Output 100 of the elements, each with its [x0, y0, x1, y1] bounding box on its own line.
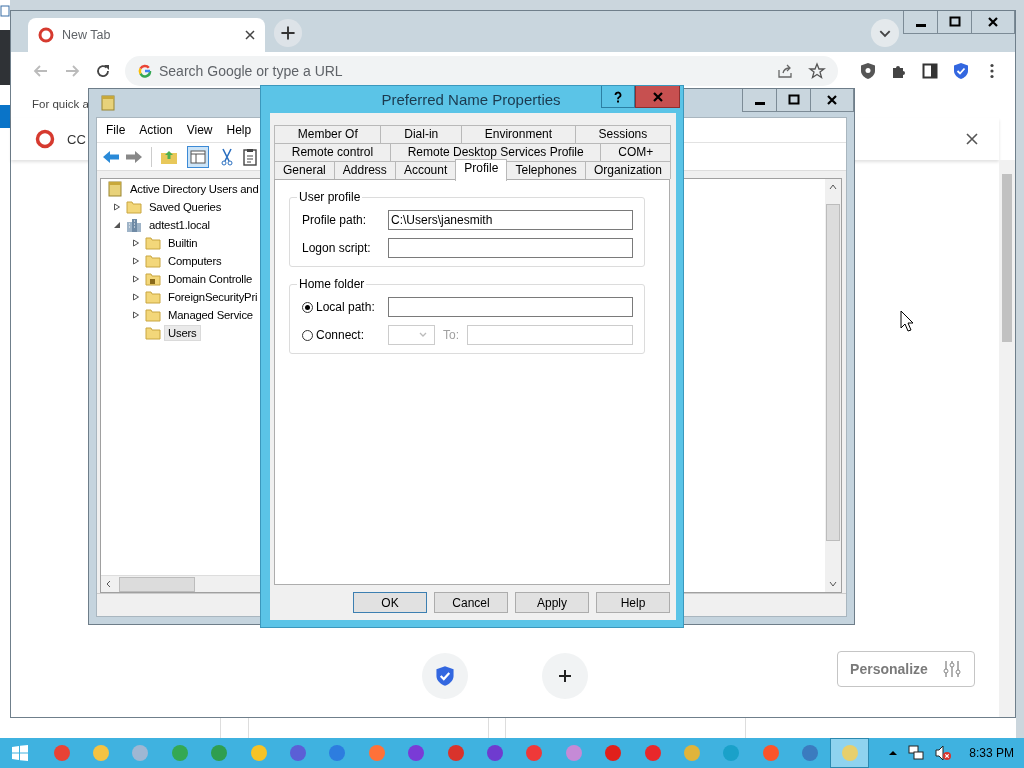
colored-ring-icon	[137, 63, 153, 79]
close-icon[interactable]	[965, 132, 979, 146]
clipboard-icon[interactable]	[240, 146, 260, 167]
folder-icon	[145, 289, 161, 305]
dialog-tab[interactable]: Remote Desktop Services Profile	[389, 143, 602, 161]
radio-button[interactable]: Local path:	[302, 300, 388, 314]
network-icon[interactable]	[907, 744, 926, 762]
folder-icon	[145, 271, 161, 287]
menu-item[interactable]: File	[106, 123, 126, 137]
banner-text: CC	[67, 131, 86, 147]
clock[interactable]: 8:33 PM	[969, 746, 1014, 760]
dialog-tab[interactable]: Telephones	[506, 161, 586, 179]
cursor-icon	[900, 310, 914, 332]
maximize-icon	[948, 16, 961, 28]
star-icon[interactable]	[808, 62, 826, 80]
tree-item[interactable]: Computers	[164, 253, 226, 269]
shortcut-tile[interactable]	[422, 653, 468, 699]
console-icon	[107, 181, 123, 197]
share-icon[interactable]	[776, 62, 794, 80]
dialog-tab[interactable]: General	[274, 161, 335, 179]
shield-icon[interactable]	[859, 62, 877, 80]
dialog-tab[interactable]: Remote control	[274, 143, 391, 161]
address-bar[interactable]: Search Google or type a URL	[125, 56, 838, 86]
menu-item[interactable]: View	[186, 123, 213, 137]
scroll-thumb[interactable]	[119, 576, 195, 592]
maximize-button[interactable]	[776, 89, 811, 112]
tree-item[interactable]: Builtin	[164, 235, 202, 251]
folder-icon	[145, 325, 161, 341]
tree-item[interactable]: ForeignSecurityPri	[164, 289, 262, 305]
console-icon	[100, 95, 116, 111]
tab-title: New Tab	[62, 28, 112, 42]
dialog-button[interactable]: Cancel	[434, 592, 508, 613]
ring-logo-icon	[38, 27, 54, 43]
dialog-tab[interactable]: Profile	[455, 159, 508, 181]
side-panel-icon[interactable]	[921, 62, 939, 80]
dialog-tab[interactable]: Sessions	[574, 125, 671, 143]
folder-icon	[126, 199, 142, 215]
dialog-tab[interactable]: Member Of	[274, 125, 382, 143]
dialog-tab[interactable]: Organization	[584, 161, 671, 179]
ring-logo-icon	[35, 129, 55, 149]
folder-icon	[145, 235, 161, 251]
tree-item[interactable]: Users	[164, 325, 201, 341]
shield-check-icon[interactable]	[952, 62, 970, 80]
minimize-icon	[754, 101, 765, 105]
close-button[interactable]	[810, 89, 854, 112]
console-tree-button[interactable]	[187, 145, 209, 168]
add-shortcut-button[interactable]	[542, 653, 588, 699]
reload-icon[interactable]	[94, 62, 112, 80]
close-icon[interactable]	[245, 30, 255, 40]
dialog-button[interactable]: Help	[596, 592, 670, 613]
tree-item[interactable]: Active Directory Users and	[126, 181, 263, 197]
tree-item[interactable]: Managed Service	[164, 307, 257, 323]
close-icon	[987, 16, 999, 28]
scroll-left-icon[interactable]	[105, 580, 113, 588]
input-field[interactable]: C:\Users\janesmith	[388, 210, 633, 230]
field-label: To:	[442, 328, 460, 342]
tree-item[interactable]: adtest1.local	[145, 217, 214, 233]
sliders-icon	[941, 659, 962, 679]
scroll-thumb[interactable]	[826, 204, 840, 541]
expand-arrow-icon[interactable]	[132, 275, 140, 283]
scrollbar[interactable]	[825, 179, 841, 592]
input-field[interactable]	[388, 238, 633, 258]
menu-item[interactable]: Action	[139, 123, 173, 137]
collapse-arrow-icon[interactable]	[113, 221, 121, 229]
expand-arrow-icon[interactable]	[132, 311, 140, 319]
minimize-button[interactable]	[903, 11, 938, 34]
shield-check-icon	[434, 665, 456, 687]
close-button[interactable]	[971, 11, 1015, 34]
menu-item[interactable]: Help	[226, 123, 252, 137]
expand-arrow-icon[interactable]	[113, 203, 121, 211]
dialog-button[interactable]: Apply	[515, 592, 589, 613]
browser-tab[interactable]: New Tab	[28, 18, 265, 52]
expand-arrow-icon[interactable]	[132, 257, 140, 265]
tab-search-button[interactable]	[870, 18, 900, 48]
close-icon	[651, 90, 664, 103]
group-title: User profile	[298, 190, 362, 204]
start-icon[interactable]	[11, 744, 29, 762]
maximize-icon	[787, 94, 800, 106]
expand-arrow-icon[interactable]	[132, 293, 140, 301]
layout-icon	[189, 147, 207, 166]
scroll-down-icon[interactable]	[828, 579, 838, 589]
scroll-up-icon[interactable]	[828, 182, 838, 192]
building-icon	[126, 217, 142, 233]
caret-icon[interactable]	[888, 748, 899, 758]
dialog-button[interactable]: OK	[353, 592, 427, 613]
dialog-tab[interactable]: COM+	[600, 143, 671, 161]
new-tab-button[interactable]	[273, 18, 303, 48]
close-icon	[826, 94, 838, 106]
muted-speaker-icon[interactable]	[934, 744, 953, 762]
input-field[interactable]	[388, 297, 633, 317]
taskbar-button[interactable]	[829, 738, 870, 768]
radio-button[interactable]: Connect:	[302, 328, 388, 342]
expand-arrow-icon[interactable]	[132, 239, 140, 247]
field-label: Logon script:	[302, 241, 372, 255]
personalize-button[interactable]: Personalize	[837, 651, 975, 687]
tree-item[interactable]: Saved Queries	[145, 199, 226, 215]
group-title: Home folder	[298, 277, 366, 291]
minimize-button[interactable]	[742, 89, 777, 112]
tree-item[interactable]: Domain Controlle	[164, 271, 257, 287]
scrollbar[interactable]	[999, 160, 1015, 717]
